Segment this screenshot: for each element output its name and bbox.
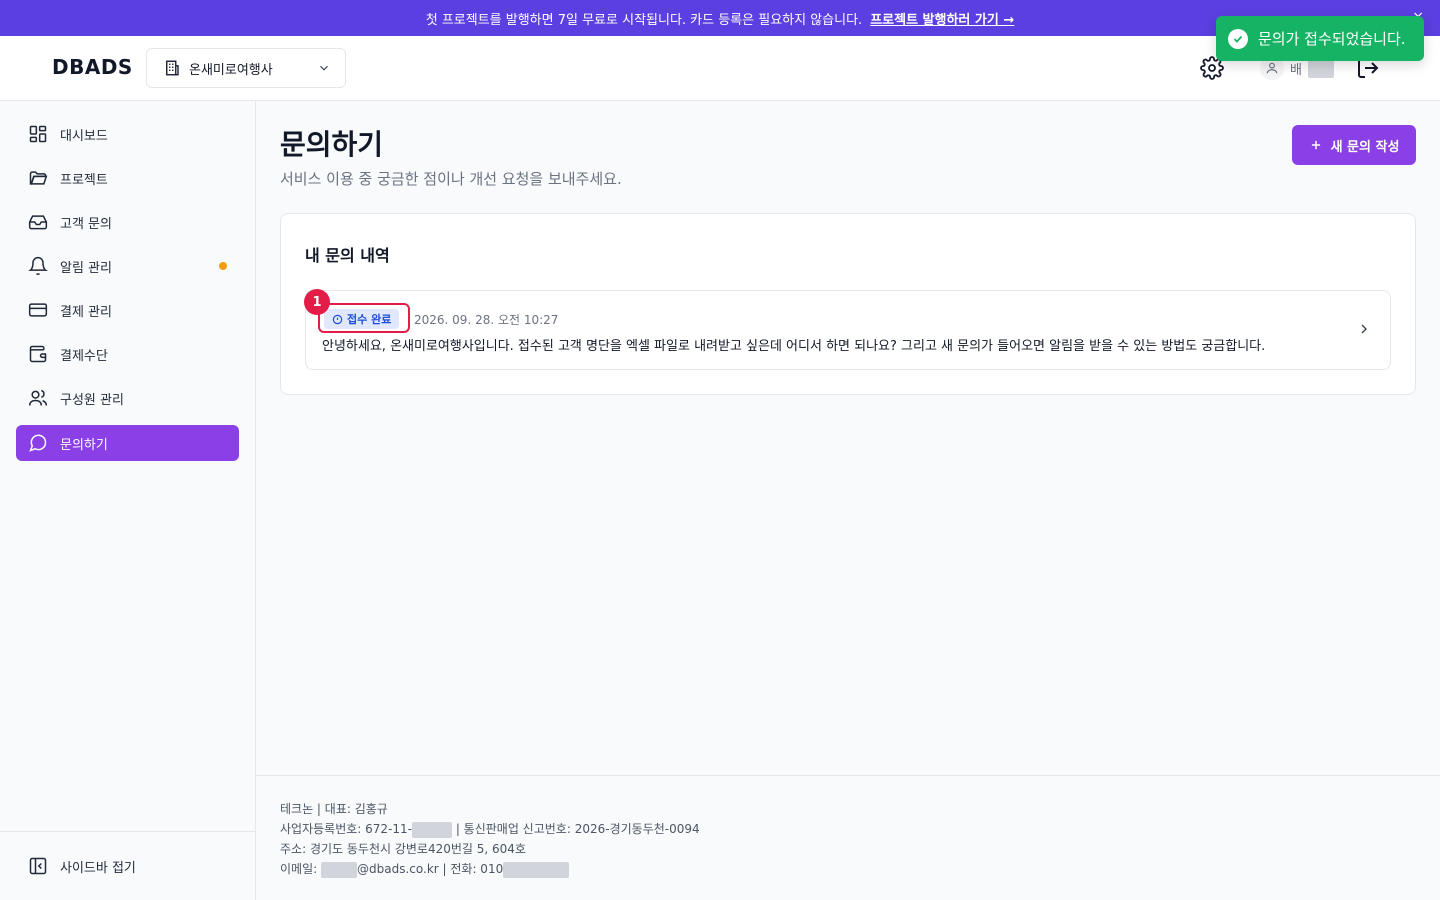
- chevron-down-icon: [320, 65, 328, 71]
- page-footer: 테크논 | 대표: 김홍규 사업자등록번호: 672-11- | 통신판매업 신…: [256, 775, 1440, 900]
- sidebar-item-label: 프로젝트: [60, 172, 108, 188]
- footer-company: 테크논 | 대표: 김홍규: [280, 802, 388, 816]
- redacted-phone: [503, 861, 570, 878]
- toast-message: 문의가 접수되었습니다.: [1258, 30, 1406, 48]
- sidebar-item-label: 문의하기: [60, 437, 108, 453]
- new-inquiry-label: 새 문의 작성: [1330, 139, 1400, 155]
- collapse-sidebar-button[interactable]: 사이드바 접기: [28, 856, 136, 876]
- credit-card-icon: [28, 303, 48, 317]
- sidebar-item-label: 대시보드: [60, 128, 108, 144]
- banner-link[interactable]: 프로젝트 발행하러 가기 →: [870, 9, 1014, 28]
- logo[interactable]: DBADS: [52, 55, 133, 79]
- new-inquiry-button[interactable]: 새 문의 작성: [1292, 125, 1416, 165]
- redacted-biz-number: [411, 821, 452, 838]
- inbox-icon: [28, 215, 48, 230]
- success-toast: 문의가 접수되었습니다.: [1216, 16, 1424, 61]
- sidebar-item-members[interactable]: 구성원 관리: [16, 380, 239, 416]
- user-icon: [1266, 62, 1278, 74]
- footer-biz-prefix: 사업자등록번호: 672-11-: [280, 822, 412, 836]
- chat-icon: [29, 434, 47, 452]
- sidebar-item-contact[interactable]: 문의하기: [16, 425, 239, 461]
- footer-email-prefix: 이메일:: [280, 862, 318, 876]
- sidebar-item-label: 고객 문의: [60, 216, 112, 232]
- redacted-email: [321, 861, 357, 878]
- footer-biz-suffix: | 통신판매업 신고번호: 2026-경기동두천-0094: [455, 822, 700, 836]
- org-select[interactable]: 온새미로여행사: [146, 48, 346, 88]
- inquiry-date: 2026. 09. 28. 오전 10:27: [414, 313, 559, 327]
- user-name: 배: [1290, 62, 1302, 78]
- main-content: 문의하기 서비스 이용 중 궁금한 점이나 개선 요청을 보내주세요. 새 문의…: [256, 101, 1440, 775]
- sidebar-item-label: 구성원 관리: [60, 392, 124, 408]
- footer-address: 주소: 경기도 동두천시 강변로420번길 5, 604호: [280, 842, 526, 856]
- sidebar-item-dashboard[interactable]: 대시보드: [16, 116, 239, 152]
- building-icon: [166, 60, 179, 76]
- check-circle-icon: [1228, 28, 1248, 49]
- sidebar-item-billing[interactable]: 결제 관리: [16, 292, 239, 328]
- sidebar-item-label: 결제 관리: [60, 304, 112, 320]
- inquiry-text: 안녕하세요, 온새미로여행사입니다. 접수된 고객 명단을 엑셀 파일로 내려받…: [322, 339, 1266, 354]
- card-title: 내 문의 내역: [305, 246, 390, 265]
- sidebar-item-payment-methods[interactable]: 결제수단: [16, 336, 239, 372]
- sidebar-item-customer-inquiries[interactable]: 고객 문의: [16, 204, 239, 240]
- sidebar-footer: 사이드바 접기: [0, 831, 255, 900]
- banner-text: 첫 프로젝트를 발행하면 7일 무료로 시작됩니다. 카드 등록은 필요하지 않…: [425, 12, 863, 28]
- sidebar-item-label: 결제수단: [60, 348, 108, 364]
- sidebar-item-label: 알림 관리: [60, 260, 112, 276]
- status-badge: 접수 완료: [324, 309, 400, 329]
- notification-dot: [219, 262, 227, 270]
- status-label: 접수 완료: [347, 313, 392, 326]
- sidebar: 대시보드 프로젝트 고객 문의 알림 관리 결제 관리 결제수단 구성원 관리 …: [0, 101, 256, 900]
- footer-contact: 이메일: @dbads.co.kr | 전화: 010: [280, 860, 570, 878]
- footer-email-suffix: @dbads.co.kr | 전화: 010: [357, 862, 504, 876]
- page-title: 문의하기: [280, 128, 384, 161]
- footer-business-info: 사업자등록번호: 672-11- | 통신판매업 신고번호: 2026-경기동두…: [280, 820, 700, 838]
- dashboard-icon: [29, 125, 47, 143]
- folder-icon: [29, 171, 48, 185]
- sidebar-item-projects[interactable]: 프로젝트: [16, 160, 239, 196]
- page-subtitle: 서비스 이용 중 궁금한 점이나 개선 요청을 보내주세요.: [280, 170, 622, 188]
- annotation-marker: 1: [304, 289, 330, 315]
- redacted-name: [1307, 58, 1334, 78]
- chevron-right-icon: [1361, 324, 1367, 334]
- bell-icon: [28, 256, 48, 276]
- collapse-label: 사이드바 접기: [60, 860, 136, 876]
- info-icon: [332, 314, 343, 324]
- status-highlight: 접수 완료: [318, 303, 410, 333]
- inquiry-item[interactable]: 접수 완료 1 2026. 09. 28. 오전 10:27 안녕하세요, 온새…: [304, 289, 1391, 370]
- org-select-label: 온새미로여행사: [189, 62, 273, 78]
- plus-icon: [1311, 140, 1320, 150]
- wallet-icon: [29, 345, 47, 363]
- sidebar-item-notifications[interactable]: 알림 관리: [16, 248, 239, 284]
- sidebar-collapse-icon: [29, 857, 47, 875]
- inquiry-history-card: 내 문의 내역 접수 완료 1 2026. 09. 28. 오전 10:27 안…: [280, 213, 1416, 395]
- users-icon: [28, 389, 48, 406]
